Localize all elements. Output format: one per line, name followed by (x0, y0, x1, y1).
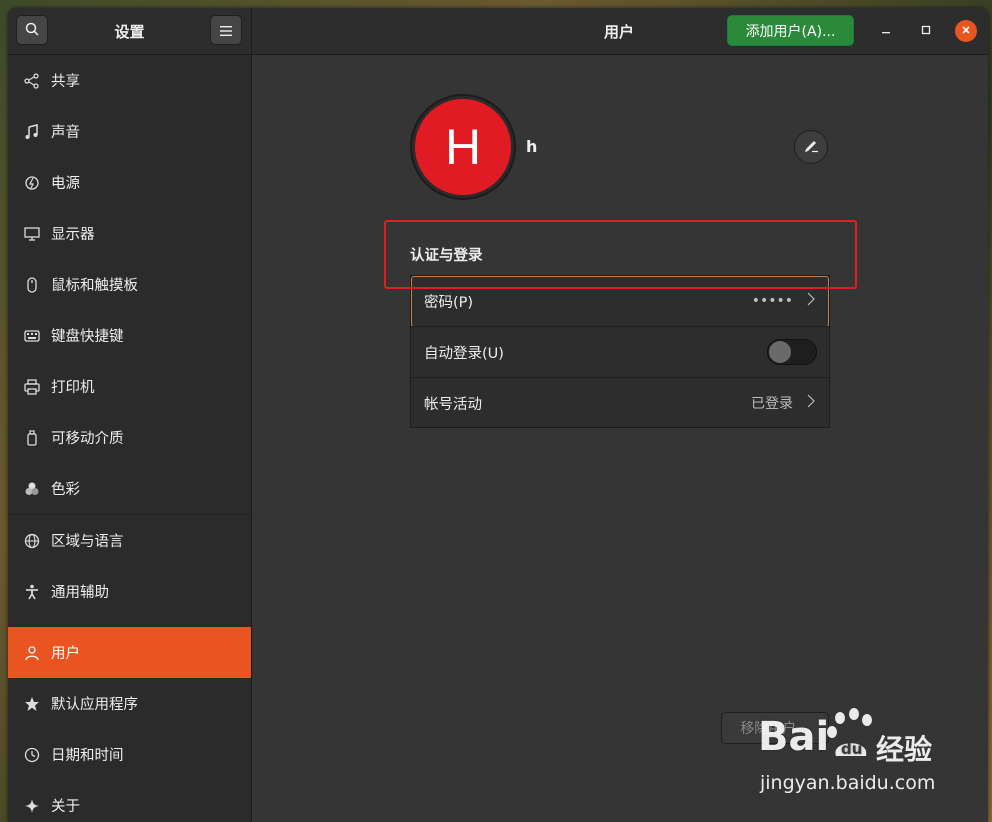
settings-title: 设置 (114, 23, 145, 41)
toggle-knob (769, 341, 791, 363)
sidebar-item-label: 区域与语言 (51, 534, 124, 550)
sidebar: 共享 声音 电源 显示器 鼠标和触摸板 键盘快捷键 打印机 可移动介质 色彩 区… (8, 55, 252, 822)
activity-value: 已登录 (751, 396, 793, 412)
share-icon (23, 72, 41, 90)
search-button[interactable] (16, 15, 48, 45)
sidebar-item-label: 可移动介质 (51, 431, 124, 447)
add-user-button[interactable]: 添加用户(A)... (727, 15, 854, 46)
keyboard-icon (23, 327, 41, 345)
sidebar-item-label: 用户 (51, 646, 80, 662)
close-icon (961, 24, 971, 39)
star-icon (23, 695, 41, 713)
sidebar-item-removable-media[interactable]: 可移动介质 (8, 412, 251, 463)
sidebar-item-label: 关于 (51, 799, 80, 815)
sidebar-item-region-language[interactable]: 区域与语言 (8, 515, 251, 566)
sidebar-item-date-time[interactable]: 日期和时间 (8, 729, 251, 780)
sidebar-item-label: 鼠标和触摸板 (51, 278, 138, 294)
sidebar-item-color[interactable]: 色彩 (8, 463, 251, 514)
sidebar-item-sound[interactable]: 声音 (8, 106, 251, 157)
sparkle-icon (23, 797, 41, 815)
sidebar-item-keyboard-shortcuts[interactable]: 键盘快捷键 (8, 310, 251, 361)
users-panel (252, 55, 988, 822)
globe-icon (23, 532, 41, 550)
menu-button[interactable] (210, 15, 242, 45)
sidebar-item-label: 声音 (51, 125, 80, 141)
sidebar-item-printers[interactable]: 打印机 (8, 361, 251, 412)
search-icon (25, 21, 39, 40)
annotation-highlight-box (384, 220, 857, 289)
sidebar-item-power[interactable]: 电源 (8, 157, 251, 208)
sidebar-item-accessibility[interactable]: 通用辅助 (8, 566, 251, 617)
clock-icon (23, 746, 41, 764)
music-note-icon (23, 123, 41, 141)
pencil-icon (803, 137, 819, 157)
minimize-button[interactable] (875, 20, 897, 42)
color-icon (23, 480, 41, 498)
sidebar-item-label: 色彩 (51, 482, 80, 498)
power-icon (23, 174, 41, 192)
autologin-label: 自动登录(U) (424, 345, 504, 362)
activity-label: 帐号活动 (424, 396, 482, 413)
sidebar-header: 设置 (8, 8, 252, 54)
sidebar-item-label: 打印机 (51, 380, 95, 396)
minimize-icon (881, 24, 891, 39)
account-activity-row[interactable]: 帐号活动 已登录 (411, 378, 829, 428)
sidebar-item-label: 通用辅助 (51, 585, 109, 601)
sidebar-item-label: 显示器 (51, 227, 95, 243)
sidebar-item-mouse-touchpad[interactable]: 鼠标和触摸板 (8, 259, 251, 310)
sidebar-item-label: 默认应用程序 (51, 697, 138, 713)
accessibility-icon (23, 583, 41, 601)
user-name[interactable]: h (526, 137, 537, 156)
sidebar-item-about[interactable]: 关于 (8, 780, 251, 822)
sidebar-item-displays[interactable]: 显示器 (8, 208, 251, 259)
printer-icon (23, 378, 41, 396)
maximize-button[interactable] (915, 20, 937, 42)
sidebar-item-label: 键盘快捷键 (51, 329, 124, 345)
chevron-right-icon (807, 394, 815, 412)
sidebar-item-label: 日期和时间 (51, 748, 124, 764)
mouse-icon (23, 276, 41, 294)
autologin-toggle[interactable] (767, 339, 817, 365)
auth-list: 密码(P) ••••• 自动登录(U) 帐号活动 已登录 (410, 275, 830, 428)
user-avatar[interactable]: H (410, 94, 516, 200)
close-button[interactable] (955, 20, 977, 42)
sidebar-item-sharing[interactable]: 共享 (8, 55, 251, 106)
sidebar-item-label: 共享 (51, 74, 80, 90)
sidebar-item-default-apps[interactable]: 默认应用程序 (8, 678, 251, 729)
remove-user-button[interactable]: 移除用户... (721, 712, 829, 744)
autologin-row[interactable]: 自动登录(U) (411, 327, 829, 377)
sidebar-item-label: 电源 (51, 176, 80, 192)
settings-window: 设置 用户 添加用户(A)... 共享 声音 电源 显示器 鼠标和触摸板 键盘快… (8, 8, 988, 822)
sidebar-item-users[interactable]: 用户 (8, 627, 251, 678)
users-icon (23, 644, 41, 662)
avatar-letter: H (415, 99, 511, 195)
display-icon (23, 225, 41, 243)
usb-drive-icon (23, 429, 41, 447)
maximize-icon (921, 24, 931, 39)
header-bar: 设置 用户 添加用户(A)... (8, 8, 988, 55)
edit-name-button[interactable] (794, 130, 828, 164)
hamburger-menu-icon (220, 21, 232, 40)
